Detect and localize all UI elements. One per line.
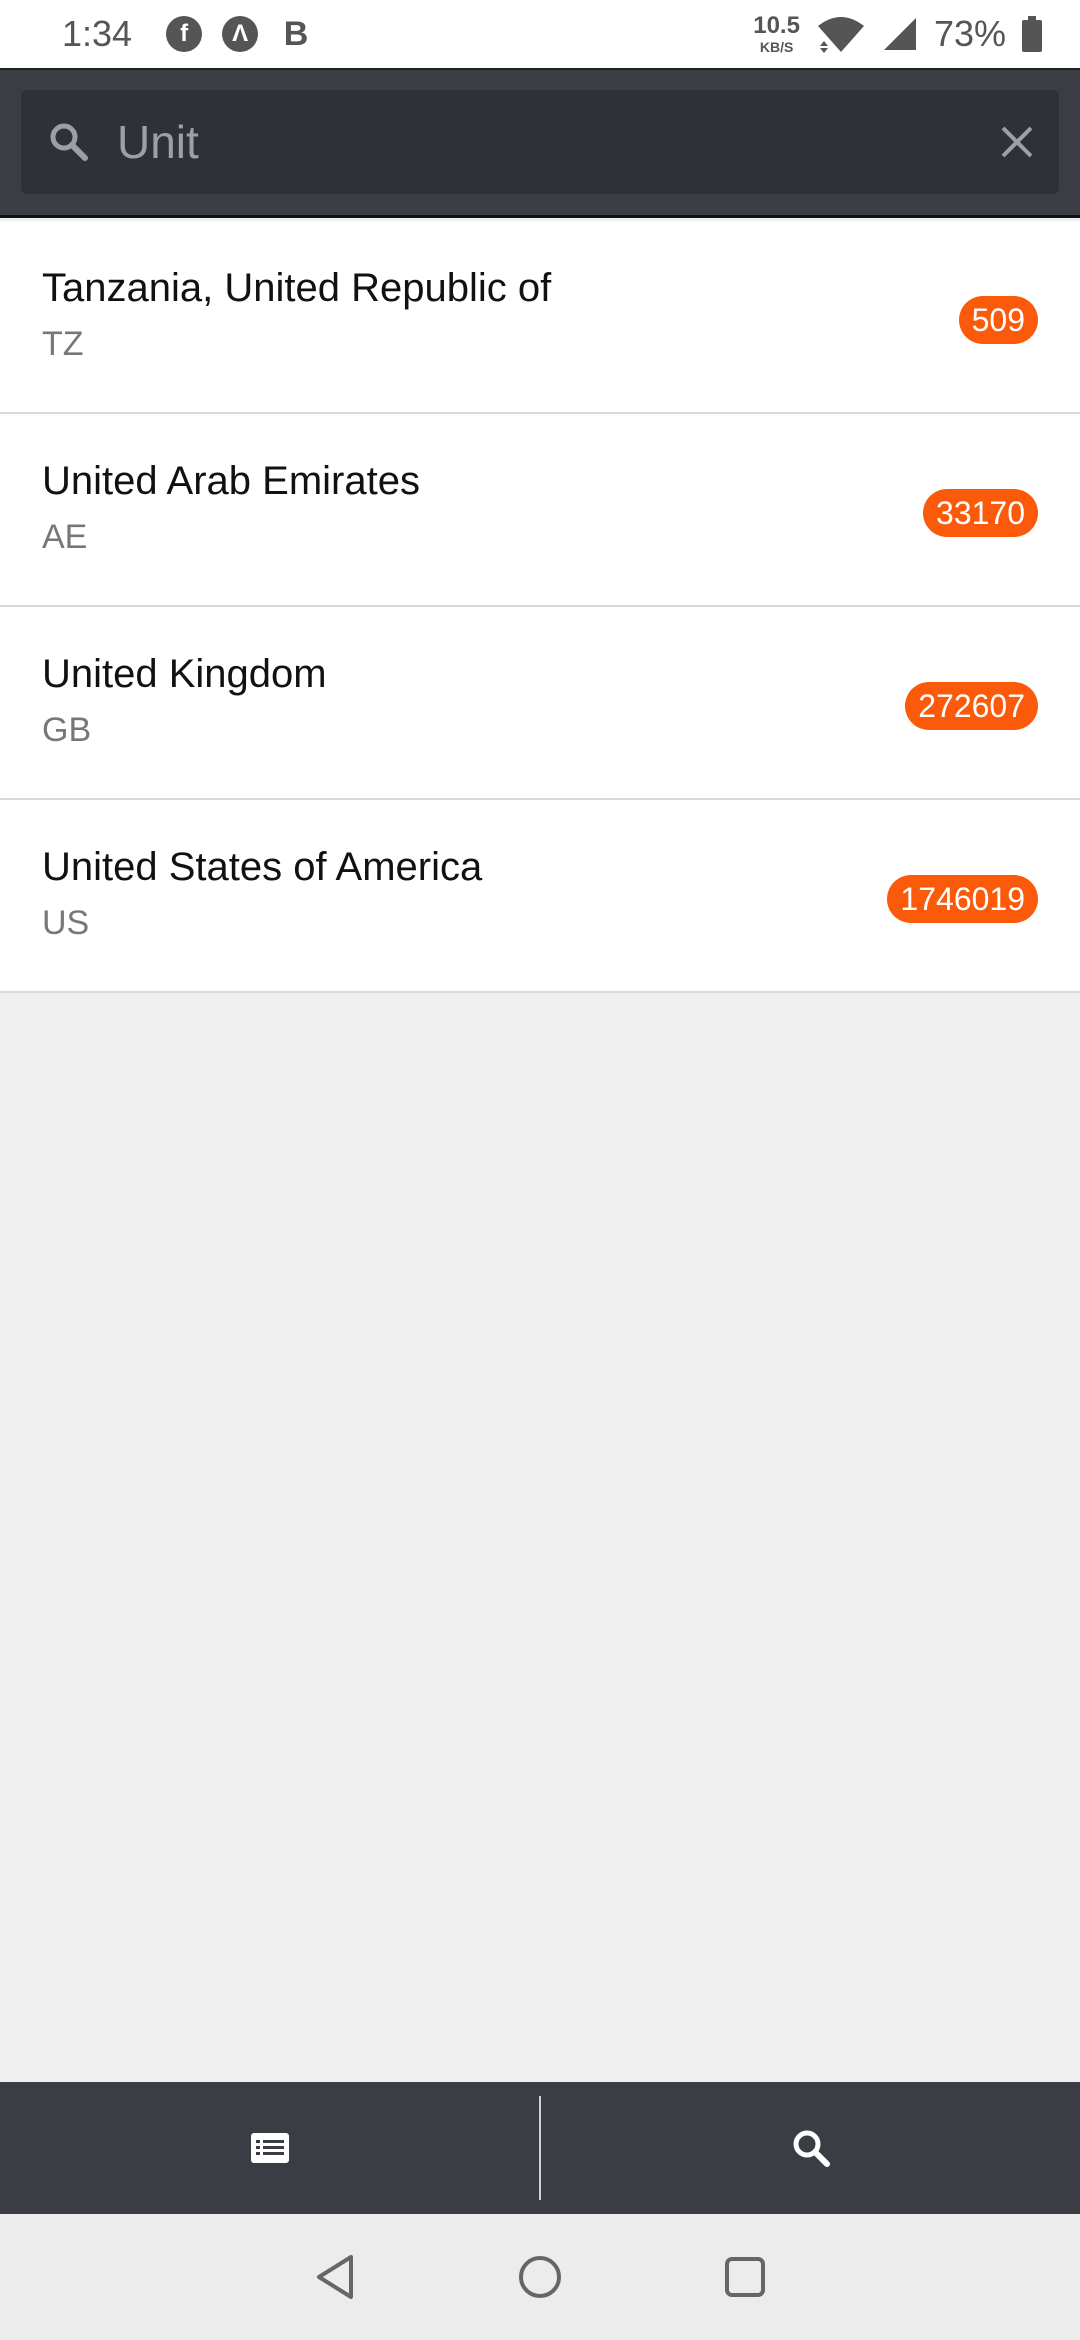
count-badge: 1746019 <box>887 875 1038 923</box>
list-item[interactable]: Tanzania, United Republic of TZ 509 <box>0 221 1080 414</box>
app-lambda-icon: Λ <box>222 16 259 52</box>
search-header: Unit <box>0 68 1080 218</box>
cell-signal-icon <box>883 18 916 50</box>
back-icon[interactable] <box>313 2253 357 2301</box>
tab-search[interactable] <box>541 2082 1080 2214</box>
count-badge: 272607 <box>905 682 1038 730</box>
home-icon[interactable] <box>517 2254 563 2300</box>
country-name: Tanzania, United Republic of <box>42 266 552 310</box>
net-speed-value: 10.5 <box>753 12 800 39</box>
system-nav-bar <box>0 2214 1080 2340</box>
screen: 1:34 f Λ B 10.5 KB/S 73% Unit Tanzania, … <box>0 0 1080 2340</box>
list-item[interactable]: United Kingdom GB 272607 <box>0 607 1080 800</box>
country-code: GB <box>42 711 92 749</box>
country-name: United Kingdom <box>42 652 327 696</box>
wifi-icon <box>817 17 864 53</box>
status-bar: 1:34 f Λ B 10.5 KB/S 73% <box>0 0 1080 68</box>
list-item[interactable]: United Arab Emirates AE 33170 <box>0 414 1080 607</box>
results-list: Tanzania, United Republic of TZ 509 Unit… <box>0 221 1080 993</box>
battery-icon <box>1022 16 1042 52</box>
close-icon[interactable] <box>995 120 1039 164</box>
country-name: United States of America <box>42 845 483 889</box>
country-code: AE <box>42 518 88 556</box>
battery-percent: 73% <box>933 13 1006 54</box>
net-speed: 10.5 KB/S <box>753 12 800 55</box>
country-code: TZ <box>42 325 84 363</box>
search-input[interactable]: Unit <box>117 90 199 194</box>
count-badge: 509 <box>958 296 1038 344</box>
count-badge: 33170 <box>923 489 1038 537</box>
search-icon <box>50 123 88 161</box>
tab-bar <box>0 2082 1080 2214</box>
search-icon <box>793 2130 830 2167</box>
list-icon <box>250 2133 289 2163</box>
tab-list[interactable] <box>0 2082 539 2214</box>
country-code: US <box>42 904 90 942</box>
country-name: United Arab Emirates <box>42 459 420 503</box>
app-b-icon: B <box>283 14 309 53</box>
list-item[interactable]: United States of America US 1746019 <box>0 800 1080 993</box>
status-right: 10.5 KB/S 73% <box>753 0 1042 68</box>
net-speed-unit: KB/S <box>759 39 794 55</box>
recents-icon[interactable] <box>723 2255 767 2299</box>
status-time: 1:34 <box>62 13 133 54</box>
facebook-icon: f <box>166 16 203 52</box>
search-box[interactable]: Unit <box>21 90 1059 194</box>
